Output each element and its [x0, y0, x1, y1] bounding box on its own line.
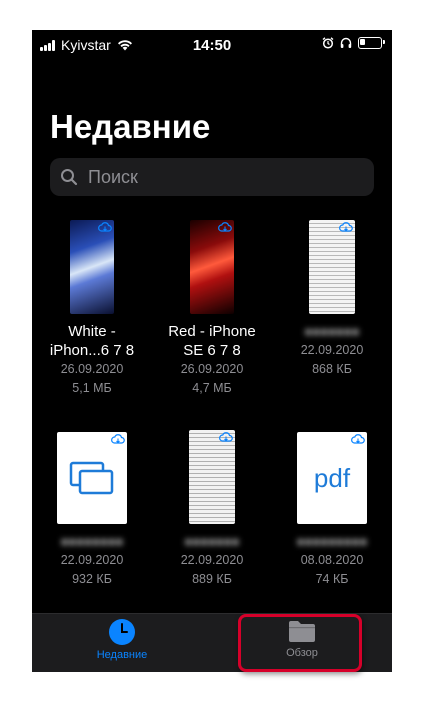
- file-date: 26.09.2020: [180, 362, 244, 376]
- search-bar[interactable]: [50, 158, 374, 196]
- file-size: 5,1 МБ: [72, 381, 112, 395]
- cloud-download-icon: [339, 222, 353, 232]
- file-name: Red - iPhone SE 6 7 8: [168, 323, 256, 359]
- file-item[interactable]: ■■■■■■■ 22.09.2020 889 КБ: [152, 428, 272, 624]
- file-item[interactable]: ■■■■■■■ 22.09.2020 868 КБ: [272, 218, 392, 414]
- headphones-icon: [340, 37, 352, 48]
- file-item[interactable]: White - iPhon...6 7 8 26.09.2020 5,1 МБ: [32, 218, 152, 414]
- recent-files-grid: White - iPhon...6 7 8 26.09.2020 5,1 МБ …: [32, 218, 392, 624]
- file-date: 26.09.2020: [60, 362, 124, 376]
- alarm-icon: [322, 37, 334, 49]
- battery-icon: [358, 37, 385, 49]
- cloud-download-icon: [219, 432, 233, 442]
- thumbnail-white-iphone-wallpaper: [70, 220, 114, 314]
- thumbnail-pdf: pdf: [297, 432, 367, 524]
- file-date: 22.09.2020: [180, 553, 244, 567]
- search-input[interactable]: [86, 165, 350, 189]
- thumbnail-receipt: [309, 220, 355, 314]
- tab-browse-highlight: [238, 614, 362, 672]
- cloud-download-icon: [111, 434, 125, 444]
- file-size: 4,7 МБ: [192, 381, 232, 395]
- file-item[interactable]: ■■■■■■■■ 22.09.2020 932 КБ: [32, 428, 152, 624]
- file-name-blurred: ■■■■■■■■: [60, 534, 124, 549]
- file-size: 932 КБ: [72, 572, 112, 586]
- pdf-thumb-label: pdf: [313, 462, 351, 493]
- tab-recent-label: Недавние: [96, 649, 148, 661]
- clock-icon: [109, 619, 135, 645]
- file-size: 889 КБ: [192, 572, 232, 586]
- file-size: 868 КБ: [312, 362, 352, 376]
- tab-recent[interactable]: Недавние: [62, 618, 182, 661]
- page-title: Недавние: [50, 108, 211, 145]
- file-name-blurred: ■■■■■■■■■: [296, 534, 368, 549]
- phone-screen: Kyivstar 14:50 Недавние Поиск White - iP…: [32, 30, 392, 672]
- file-item[interactable]: pdf ■■■■■■■■■ 08.08.2020 74 КБ: [272, 428, 392, 624]
- cloud-download-icon: [218, 222, 232, 232]
- status-bar: Kyivstar 14:50: [32, 30, 392, 60]
- search-icon: [61, 169, 78, 186]
- file-date: 08.08.2020: [300, 553, 364, 567]
- cloud-download-icon: [351, 434, 365, 444]
- file-name-blurred: ■■■■■■■: [184, 534, 240, 549]
- file-name: White - iPhon...6 7 8: [49, 323, 135, 359]
- document-pages-icon: [69, 461, 114, 495]
- cloud-download-icon: [98, 222, 112, 232]
- file-date: 22.09.2020: [300, 343, 364, 357]
- file-item[interactable]: Red - iPhone SE 6 7 8 26.09.2020 4,7 МБ: [152, 218, 272, 414]
- thumbnail-red-iphone-wallpaper: [190, 220, 234, 314]
- file-size: 74 КБ: [315, 572, 349, 586]
- thumbnail-receipt: [189, 430, 235, 524]
- file-name-blurred: ■■■■■■■: [304, 324, 360, 339]
- thumbnail-pages-doc: [57, 432, 127, 524]
- file-date: 22.09.2020: [60, 553, 124, 567]
